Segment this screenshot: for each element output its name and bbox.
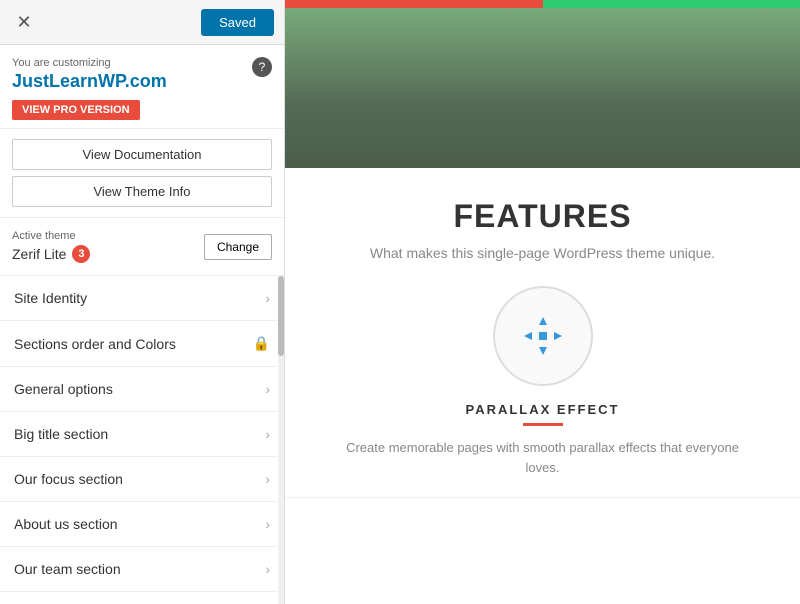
help-icon[interactable]: ? bbox=[252, 57, 272, 77]
site-url: JustLearnWP.com bbox=[12, 71, 272, 92]
update-badge: 3 bbox=[72, 245, 90, 263]
view-theme-info-button[interactable]: View Theme Info bbox=[12, 176, 272, 207]
nav-item-general-options[interactable]: General options › bbox=[0, 367, 284, 412]
saved-button[interactable]: Saved bbox=[201, 9, 274, 36]
scrollbar-track bbox=[278, 276, 284, 604]
customizing-label: You are customizing bbox=[12, 57, 272, 69]
parallax-underline bbox=[523, 423, 563, 426]
close-button[interactable]: ✕ bbox=[10, 8, 38, 36]
nav-item-our-focus[interactable]: Our focus section › bbox=[0, 457, 284, 502]
chevron-right-icon: › bbox=[265, 516, 270, 532]
parallax-label: PARALLAX EFFECT bbox=[305, 402, 780, 417]
parallax-move-icon bbox=[518, 311, 568, 361]
doc-buttons-section: View Documentation View Theme Info bbox=[0, 129, 284, 218]
left-panel: ✕ Saved You are customizing JustLearnWP.… bbox=[0, 0, 285, 604]
top-color-strip bbox=[285, 0, 800, 8]
active-theme-info: Active theme Zerif Lite 3 bbox=[12, 230, 90, 263]
active-theme-label: Active theme bbox=[12, 230, 90, 242]
red-strip bbox=[285, 0, 543, 8]
nav-item-about-us[interactable]: About us section › bbox=[0, 502, 284, 547]
hero-image bbox=[285, 8, 800, 168]
active-theme-section: Active theme Zerif Lite 3 Change bbox=[0, 218, 284, 276]
chevron-right-icon: › bbox=[265, 290, 270, 306]
chevron-right-icon: › bbox=[265, 426, 270, 442]
lock-icon: 🔒 bbox=[253, 335, 270, 352]
scrollbar-thumb[interactable] bbox=[278, 276, 284, 356]
nav-scroll-container: Site Identity › Sections order and Color… bbox=[0, 276, 284, 604]
chevron-right-icon: › bbox=[265, 561, 270, 577]
nav-item-big-title[interactable]: Big title section › bbox=[0, 412, 284, 457]
view-documentation-button[interactable]: View Documentation bbox=[12, 139, 272, 170]
right-panel: FEATURES What makes this single-page Wor… bbox=[285, 0, 800, 604]
nav-list: Site Identity › Sections order and Color… bbox=[0, 276, 284, 604]
chevron-right-icon: › bbox=[265, 381, 270, 397]
chevron-right-icon: › bbox=[265, 471, 270, 487]
features-section: FEATURES What makes this single-page Wor… bbox=[285, 168, 800, 498]
parallax-icon-wrapper bbox=[493, 286, 593, 386]
nav-item-our-team[interactable]: Our team section › bbox=[0, 547, 284, 592]
view-pro-button[interactable]: VIEW PRO VERSION bbox=[12, 100, 140, 120]
theme-name: Zerif Lite 3 bbox=[12, 245, 90, 263]
features-subtitle: What makes this single-page WordPress th… bbox=[305, 245, 780, 261]
features-title: FEATURES bbox=[305, 198, 780, 235]
parallax-description: Create memorable pages with smooth paral… bbox=[333, 438, 753, 477]
change-theme-button[interactable]: Change bbox=[204, 234, 272, 260]
customizing-section: You are customizing JustLearnWP.com VIEW… bbox=[0, 45, 284, 129]
top-bar: ✕ Saved bbox=[0, 0, 284, 45]
nav-item-sections-order[interactable]: Sections order and Colors 🔒 bbox=[0, 321, 284, 367]
green-strip bbox=[543, 0, 800, 8]
nav-item-site-identity[interactable]: Site Identity › bbox=[0, 276, 284, 321]
